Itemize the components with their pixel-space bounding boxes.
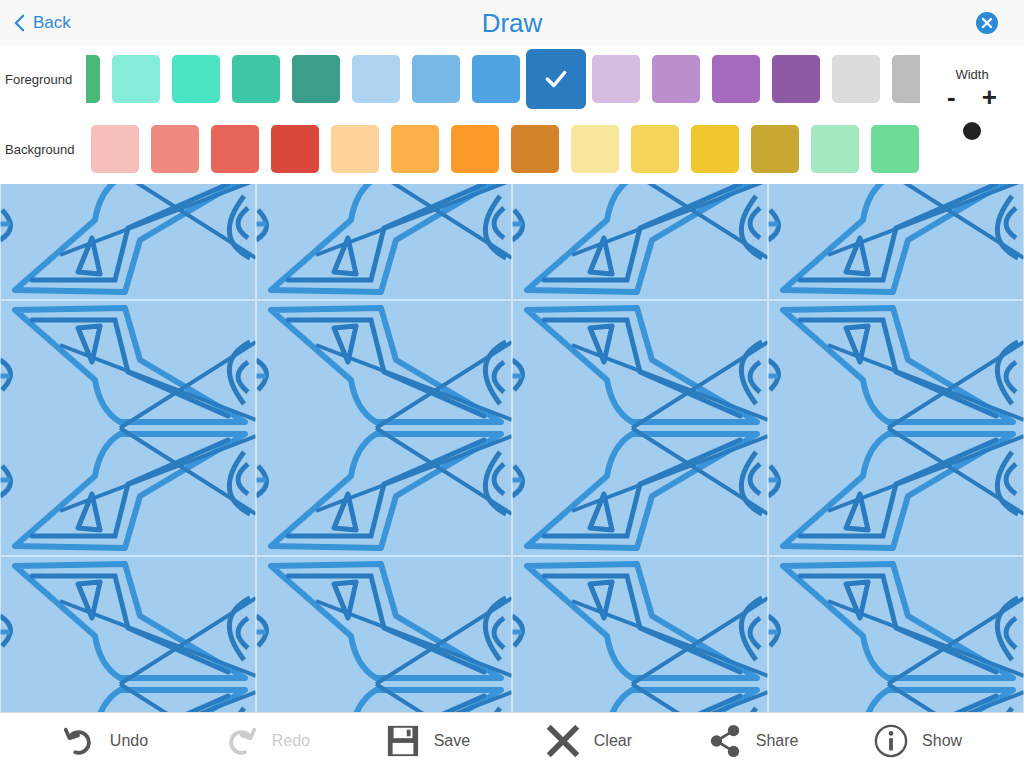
drawing-canvas[interactable]	[0, 184, 1024, 712]
background-swatch[interactable]	[211, 125, 259, 173]
check-icon	[543, 66, 569, 92]
foreground-swatch[interactable]	[172, 55, 220, 103]
info-icon	[874, 724, 908, 758]
foreground-swatch[interactable]	[86, 55, 100, 103]
foreground-swatch[interactable]	[652, 55, 700, 103]
background-swatch[interactable]	[871, 125, 919, 173]
foreground-label: Foreground	[0, 72, 86, 87]
background-swatch[interactable]	[91, 125, 139, 173]
background-row: Background	[0, 125, 920, 173]
background-swatch[interactable]	[811, 125, 859, 173]
background-swatch[interactable]	[331, 125, 379, 173]
redo-button: Redo	[224, 724, 310, 758]
foreground-swatch[interactable]	[772, 55, 820, 103]
foreground-swatch[interactable]	[352, 55, 400, 103]
share-button[interactable]: Share	[708, 724, 799, 758]
toolbar-label: Undo	[110, 732, 148, 750]
background-swatch[interactable]	[391, 125, 439, 173]
decrease-width-button[interactable]: -	[947, 82, 956, 112]
background-swatch[interactable]	[451, 125, 499, 173]
foreground-swatch[interactable]	[832, 55, 880, 103]
drawing[interactable]	[0, 184, 1024, 712]
foreground-strip[interactable]	[86, 48, 920, 110]
share-icon	[708, 724, 742, 758]
background-strip[interactable]	[86, 118, 920, 180]
clear-button[interactable]: Clear	[546, 724, 632, 758]
header: Back Draw	[0, 0, 1024, 46]
background-swatch[interactable]	[271, 125, 319, 173]
undo-icon	[62, 724, 96, 758]
undo-button[interactable]: Undo	[62, 724, 148, 758]
toolbar-label: Redo	[272, 732, 310, 750]
background-label: Background	[0, 142, 86, 157]
close-icon[interactable]	[976, 12, 998, 34]
chevron-left-icon	[14, 14, 25, 32]
draw-screen: Back Draw Foreground Background Width-+ Undo R…	[0, 0, 1024, 768]
info-button[interactable]: Show	[874, 724, 962, 758]
background-swatch[interactable]	[691, 125, 739, 173]
save-button[interactable]: Save	[386, 724, 470, 758]
background-swatch[interactable]	[631, 125, 679, 173]
background-swatch[interactable]	[511, 125, 559, 173]
back-label: Back	[33, 13, 71, 33]
save-icon	[386, 724, 420, 758]
foreground-swatch[interactable]	[472, 55, 520, 103]
foreground-row: Foreground	[0, 55, 920, 103]
background-swatch[interactable]	[571, 125, 619, 173]
palette: Foreground Background Width-+	[0, 46, 1024, 184]
foreground-swatch[interactable]	[112, 55, 160, 103]
toolbar-label: Show	[922, 732, 962, 750]
foreground-swatch[interactable]	[292, 55, 340, 103]
foreground-swatch[interactable]	[592, 55, 640, 103]
foreground-swatch[interactable]	[712, 55, 760, 103]
pen-width-dot	[963, 122, 981, 140]
title: Draw	[482, 8, 543, 39]
width-label: Width	[955, 67, 988, 82]
clear-icon	[546, 724, 580, 758]
back-button[interactable]: Back	[14, 13, 482, 33]
foreground-swatch[interactable]	[232, 55, 280, 103]
width-control: Width-+	[920, 46, 1024, 184]
toolbar-label: Clear	[594, 732, 632, 750]
toolbar-label: Save	[434, 732, 470, 750]
toolbar: Undo Redo Save Clear Share Show	[0, 712, 1024, 768]
foreground-swatch[interactable]	[412, 55, 460, 103]
toolbar-label: Share	[756, 732, 799, 750]
background-swatch[interactable]	[151, 125, 199, 173]
increase-width-button[interactable]: +	[982, 82, 997, 112]
foreground-swatch[interactable]	[892, 55, 920, 103]
foreground-swatch[interactable]	[526, 49, 586, 109]
background-swatch[interactable]	[751, 125, 799, 173]
redo-icon	[224, 724, 258, 758]
